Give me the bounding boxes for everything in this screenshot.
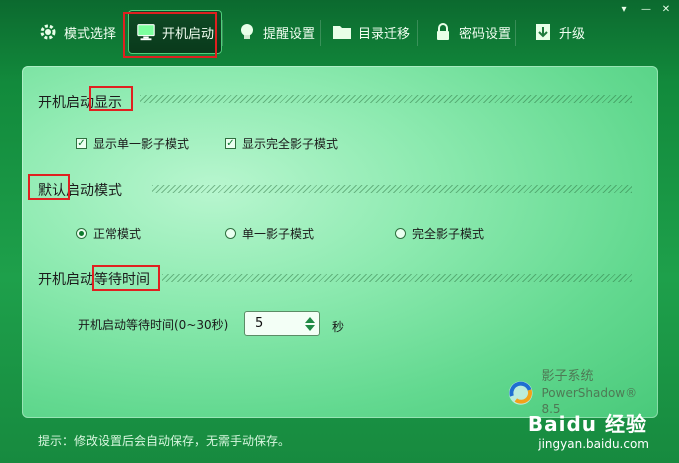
tab-reminder-settings[interactable]: 提醒设置 [237, 12, 315, 52]
tab-label: 升级 [559, 26, 586, 42]
tab-label: 开机启动 [162, 26, 215, 42]
radio-normal-mode[interactable]: 正常模式 [76, 225, 141, 242]
divider [417, 20, 418, 46]
tab-directory-migration[interactable]: 目录迁移 [332, 12, 410, 52]
wait-time-stepper[interactable]: 5 [244, 311, 320, 336]
tab-boot-startup[interactable]: 开机启动 [128, 10, 223, 54]
checkbox-show-full-shadow[interactable]: ✓ 显示完全影子模式 [225, 135, 338, 152]
radio-full-shadow-mode[interactable]: 完全影子模式 [395, 225, 484, 242]
checkbox-show-single-shadow[interactable]: ✓ 显示单一影子模式 [76, 135, 189, 152]
divider [222, 20, 223, 46]
settings-panel: 开机启动显示 ✓ 显示单一影子模式 ✓ 显示完全影子模式 默认启动模式 正常模式… [22, 66, 658, 418]
logo-name: 影子系统 [541, 369, 594, 384]
radio-label: 单一影子模式 [242, 227, 315, 241]
section-title-default-mode: 默认启动模式 [38, 183, 122, 199]
divider [320, 20, 321, 46]
radio-label: 完全影子模式 [412, 227, 485, 241]
tab-label: 密码设置 [459, 26, 512, 42]
radio-icon[interactable] [395, 228, 406, 239]
divider [515, 20, 516, 46]
download-icon [533, 22, 553, 42]
checkbox-label: 显示完全影子模式 [242, 137, 339, 151]
lock-icon [433, 22, 453, 42]
lightbulb-icon [237, 22, 257, 42]
baidu-url: jingyan.baidu.com [538, 437, 649, 451]
radio-selected-icon[interactable] [76, 228, 87, 239]
tab-mode-select[interactable]: 模式选择 [38, 12, 116, 52]
wait-time-label: 开机启动等待时间(0~30秒) [78, 318, 229, 332]
stepper-arrows[interactable] [301, 312, 319, 335]
radio-icon[interactable] [225, 228, 236, 239]
tab-upgrade[interactable]: 升级 [533, 12, 585, 52]
radio-label: 正常模式 [93, 227, 142, 241]
checkbox-checked-icon[interactable]: ✓ [76, 138, 87, 149]
section-title-display: 开机启动显示 [38, 95, 122, 111]
wait-time-unit: 秒 [332, 320, 345, 334]
folder-icon [332, 22, 352, 42]
logo-product: PowerShadow [541, 386, 626, 400]
checkbox-checked-icon[interactable]: ✓ [225, 138, 236, 149]
section-title-wait-time: 开机启动等待时间 [38, 272, 150, 288]
increment-arrow-icon[interactable] [305, 316, 315, 323]
tab-label: 提醒设置 [263, 26, 316, 42]
section-divider [140, 95, 632, 103]
decrement-arrow-icon[interactable] [305, 324, 315, 331]
monitor-icon [136, 22, 156, 42]
tab-label: 目录迁移 [358, 26, 411, 42]
baidu-watermark: Baidu 经验 [527, 412, 647, 436]
section-divider [162, 274, 632, 282]
logo-swirl-icon [508, 381, 533, 405]
tab-bar: 模式选择 开机启动 提醒设置 目录迁移 密码设置 升级 [0, 6, 679, 60]
footer-tip: 提示：修改设置后会自动保存，无需手动保存。 [38, 434, 291, 448]
gear-icon [38, 22, 58, 42]
section-divider [152, 185, 632, 193]
checkbox-label: 显示单一影子模式 [93, 137, 190, 151]
wait-time-value[interactable]: 5 [245, 316, 301, 331]
radio-single-shadow-mode[interactable]: 单一影子模式 [225, 225, 314, 242]
tab-label: 模式选择 [64, 26, 117, 42]
tab-password-settings[interactable]: 密码设置 [433, 12, 511, 52]
